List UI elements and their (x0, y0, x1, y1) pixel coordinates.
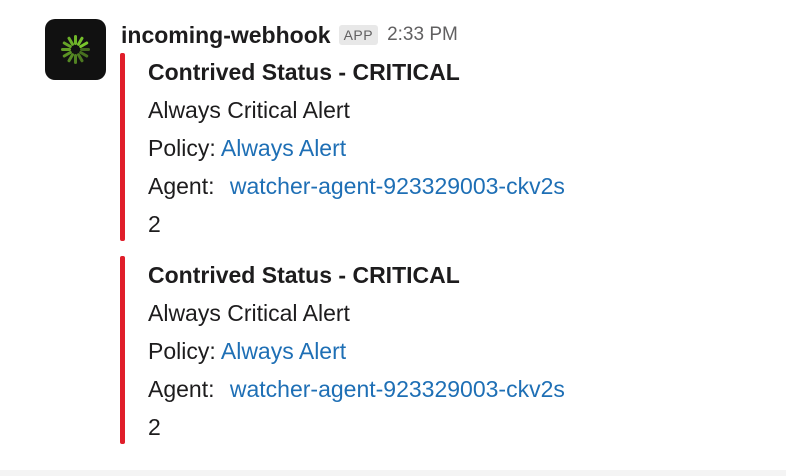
spinner-logo-icon (61, 35, 90, 64)
alert-description: Always Critical Alert (148, 300, 350, 326)
policy-row: Policy: Always Alert (148, 332, 628, 370)
agent-link[interactable]: watcher-agent-923329003-ckv2s (230, 376, 565, 402)
alert-count: 2 (148, 414, 161, 440)
alert-count: 2 (148, 211, 161, 237)
severity-bar (120, 256, 125, 444)
sender-name[interactable]: incoming-webhook (121, 22, 331, 49)
agent-link[interactable]: watcher-agent-923329003-ckv2s (230, 173, 565, 199)
policy-label: Policy: (148, 135, 216, 161)
severity-bar (120, 53, 125, 241)
avatar[interactable] (45, 19, 106, 80)
alert-title: Contrived Status - CRITICAL (148, 262, 460, 288)
message-header: incoming-webhook APP 2:33 PM (121, 19, 458, 51)
logo-spoke (79, 41, 89, 48)
timestamp[interactable]: 2:33 PM (387, 24, 458, 46)
policy-link[interactable]: Always Alert (221, 338, 346, 364)
logo-spoke (62, 41, 72, 48)
agent-label: Agent: (148, 173, 215, 199)
alert-title: Contrived Status - CRITICAL (148, 59, 460, 85)
logo-spoke (77, 36, 84, 46)
policy-label: Policy: (148, 338, 216, 364)
alert-attachment: Contrived Status - CRITICAL Always Criti… (120, 256, 640, 444)
webhook-message: incoming-webhook APP 2:33 PM Contrived S… (0, 0, 786, 476)
logo-spoke (62, 51, 72, 58)
agent-row: Agent: watcher-agent-923329003-ckv2s (148, 370, 628, 408)
bottom-divider (0, 470, 786, 476)
policy-link[interactable]: Always Alert (221, 135, 346, 161)
logo-spoke (67, 36, 74, 46)
app-badge: APP (338, 25, 379, 45)
logo-spoke (79, 51, 89, 58)
policy-row: Policy: Always Alert (148, 129, 628, 167)
agent-label: Agent: (148, 376, 215, 402)
logo-spoke (77, 53, 84, 63)
attachment-content: Contrived Status - CRITICAL Always Criti… (148, 53, 628, 243)
agent-row: Agent: watcher-agent-923329003-ckv2s (148, 167, 628, 205)
logo-spoke (67, 53, 74, 63)
attachment-content: Contrived Status - CRITICAL Always Criti… (148, 256, 628, 446)
alert-attachment: Contrived Status - CRITICAL Always Criti… (120, 53, 640, 241)
alert-description: Always Critical Alert (148, 97, 350, 123)
